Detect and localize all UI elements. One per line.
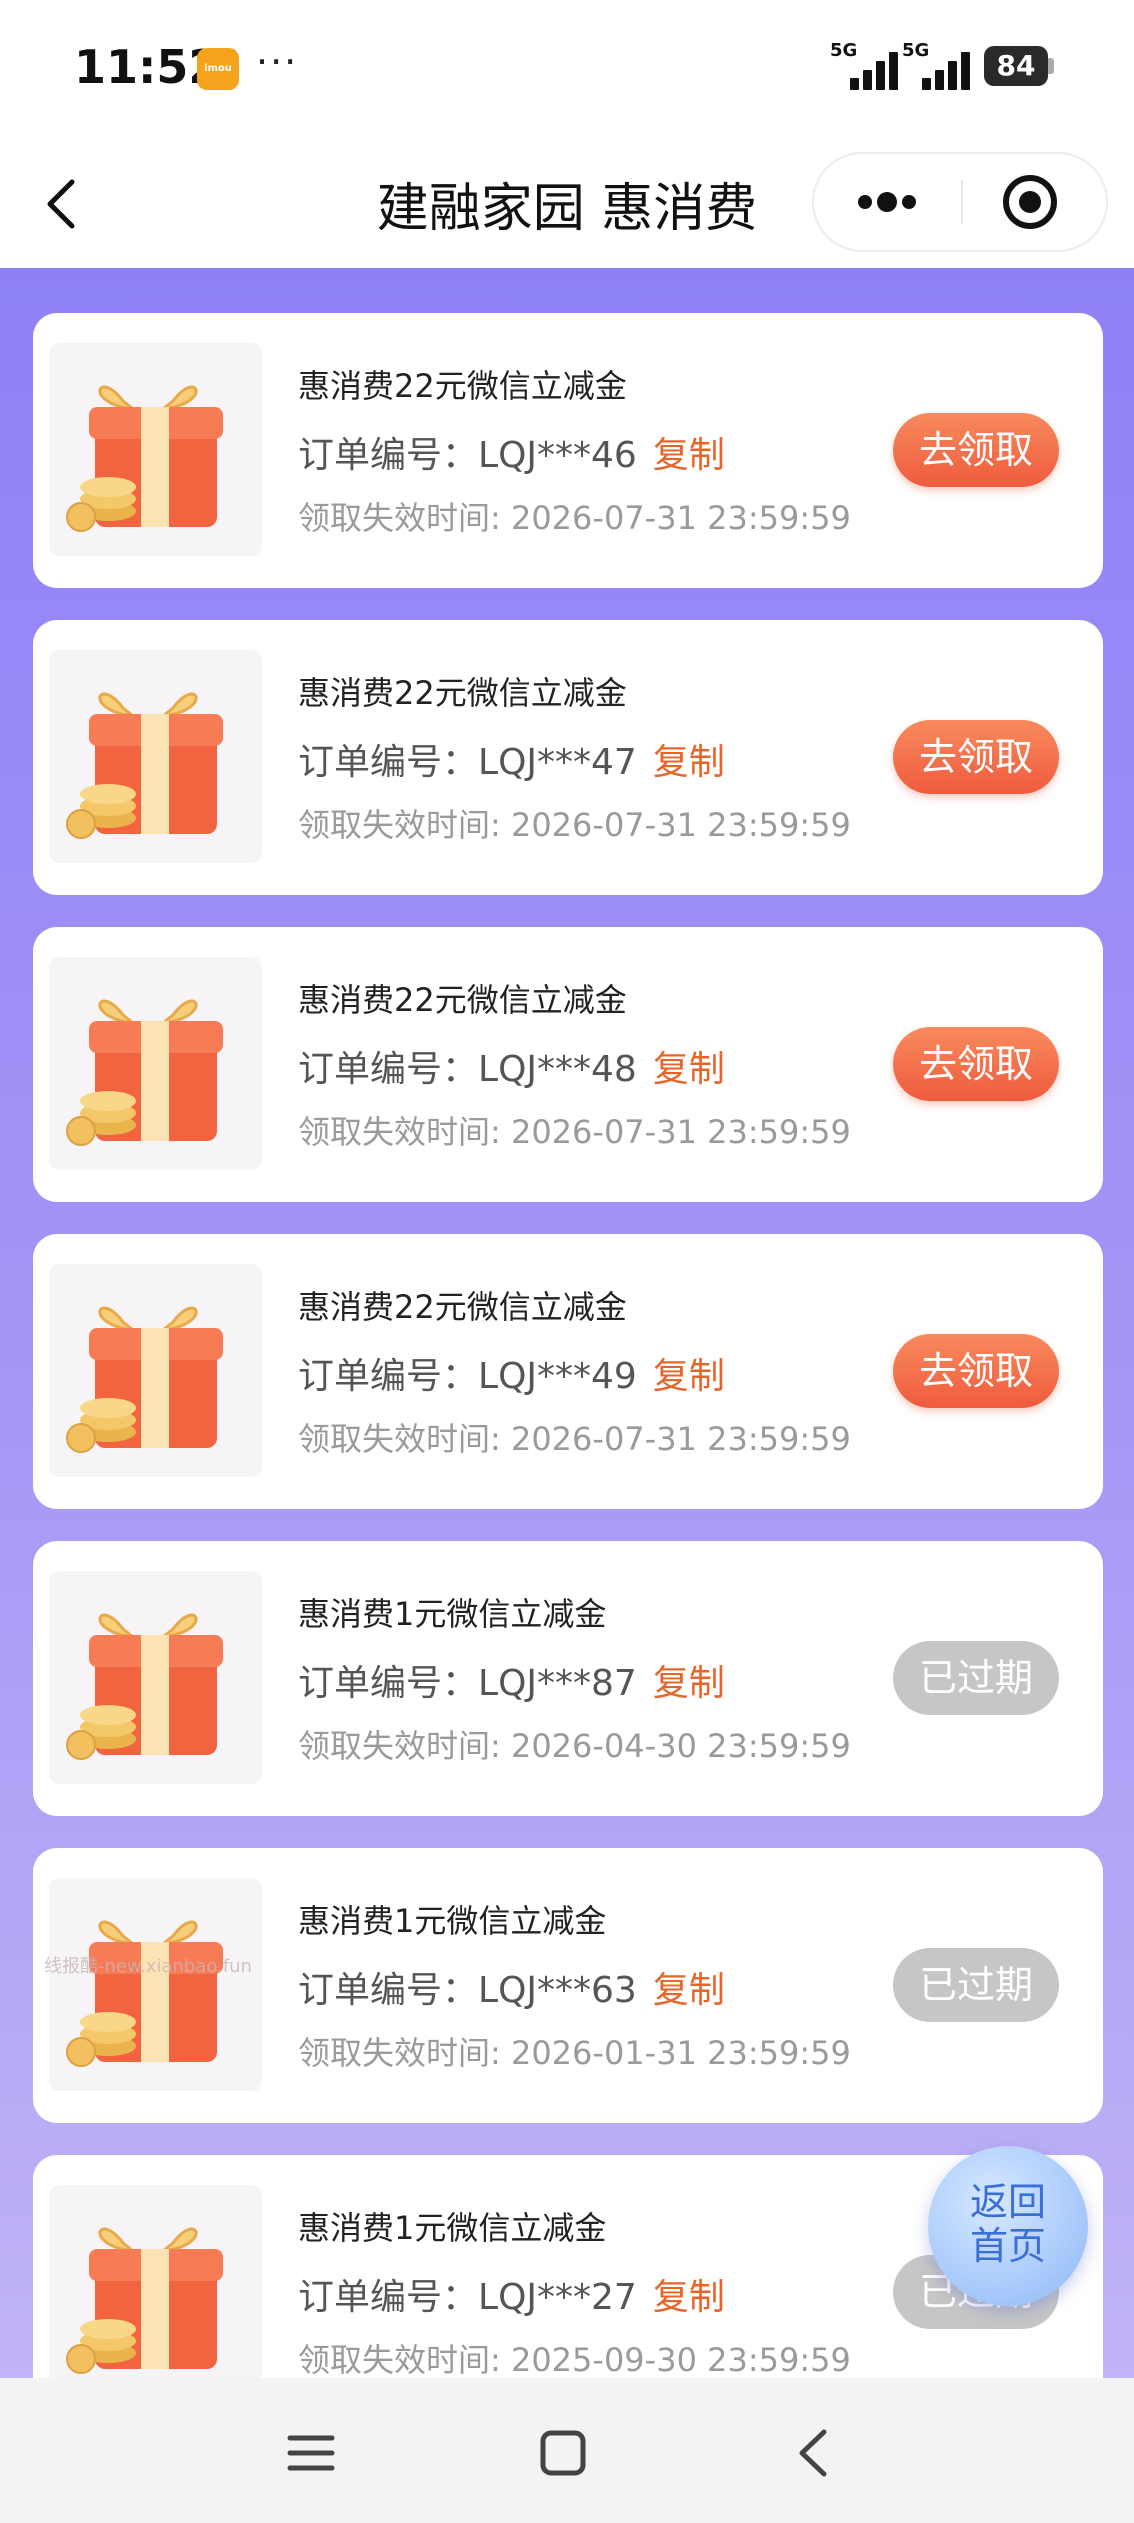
order-value: LQJ***46 — [478, 435, 637, 476]
signal-label: 5G — [830, 40, 858, 61]
coupon-card: 惠消费22元微信立减金 订单编号：LQJ***48 复制 领取失效时间: 2026… — [33, 927, 1103, 1202]
nav-home-button[interactable] — [528, 2418, 598, 2488]
order-number: 订单编号：LQJ***63 复制 — [298, 1961, 725, 2013]
order-number: 订单编号：LQJ***46 复制 — [298, 426, 725, 478]
coupon-title: 惠消费1元微信立减金 — [298, 2209, 607, 2247]
order-value: LQJ***87 — [478, 1663, 637, 1704]
copy-link[interactable]: 复制 — [653, 1663, 725, 1704]
capsule-divider — [961, 180, 963, 224]
claim-button[interactable]: 去领取 — [893, 1027, 1059, 1101]
coupon-title: 惠消费1元微信立减金 — [298, 1595, 607, 1633]
coupon-title: 惠消费22元微信立减金 — [298, 1288, 627, 1326]
watermark: 线报酷-new.xianbao.fun — [44, 1956, 252, 1977]
coupon-title: 惠消费22元微信立减金 — [298, 981, 627, 1019]
gift-thumbnail — [49, 957, 262, 1170]
return-home-line1: 返回 — [969, 2180, 1046, 2224]
coupon-title: 惠消费22元微信立减金 — [298, 674, 627, 712]
expired-button: 已过期 — [893, 1641, 1059, 1715]
expire-time: 领取失效时间: 2026-07-31 23:59:59 — [298, 499, 851, 537]
expire-time: 领取失效时间: 2026-07-31 23:59:59 — [298, 1420, 851, 1458]
order-label: 订单编号： — [298, 2277, 479, 2318]
nav-menu-button[interactable] — [276, 2418, 346, 2488]
order-label: 订单编号： — [298, 742, 479, 783]
expire-time: 领取失效时间: 2026-01-31 23:59:59 — [298, 2034, 851, 2072]
order-value: LQJ***47 — [478, 742, 637, 783]
gift-thumbnail — [49, 1878, 262, 2091]
status-more-indicator: ··· — [256, 40, 299, 84]
menu-icon — [287, 2435, 335, 2471]
order-label: 订单编号： — [298, 1356, 479, 1397]
expire-time: 领取失效时间: 2025-09-30 23:59:59 — [298, 2341, 851, 2378]
coupon-list[interactable]: 惠消费22元微信立减金 订单编号：LQJ***46 复制 领取失效时间: 2026… — [0, 268, 1134, 2378]
claim-button[interactable]: 去领取 — [893, 1334, 1059, 1408]
order-number: 订单编号：LQJ***27 复制 — [298, 2268, 725, 2320]
gift-thumbnail — [49, 343, 262, 556]
more-button[interactable] — [814, 154, 960, 250]
battery-tip — [1048, 58, 1054, 74]
gift-box-icon — [66, 692, 223, 839]
imou-app-icon: imou — [197, 48, 239, 90]
return-home-button[interactable]: 返回 首页 — [928, 2146, 1088, 2306]
order-value: LQJ***63 — [478, 1970, 637, 2011]
gift-thumbnail — [49, 1264, 262, 1477]
coupon-card: 惠消费22元微信立减金 订单编号：LQJ***46 复制 领取失效时间: 2026… — [33, 313, 1103, 588]
gift-box-icon — [66, 2227, 223, 2374]
order-value: LQJ***48 — [478, 1049, 637, 1090]
copy-link[interactable]: 复制 — [653, 435, 725, 476]
expire-time: 领取失效时间: 2026-07-31 23:59:59 — [298, 806, 851, 844]
order-value: LQJ***49 — [478, 1356, 637, 1397]
gift-thumbnail — [49, 650, 262, 863]
order-number: 订单编号：LQJ***48 复制 — [298, 1040, 725, 1092]
coupon-card: 惠消费1元微信立减金 订单编号：LQJ***63 复制 领取失效时间: 2026-… — [33, 1848, 1103, 2123]
coupon-card: 惠消费1元微信立减金 订单编号：LQJ***87 复制 领取失效时间: 2026-… — [33, 1541, 1103, 1816]
gift-box-icon — [66, 1613, 223, 1760]
claim-button[interactable]: 去领取 — [893, 720, 1059, 794]
expire-time: 领取失效时间: 2026-07-31 23:59:59 — [298, 1113, 851, 1151]
expire-time: 领取失效时间: 2026-04-30 23:59:59 — [298, 1727, 851, 1765]
gift-thumbnail — [49, 1571, 262, 1784]
order-number: 订单编号：LQJ***47 复制 — [298, 733, 725, 785]
copy-link[interactable]: 复制 — [653, 2277, 725, 2318]
gift-box-icon — [66, 999, 223, 1146]
system-nav-bar — [0, 2378, 1134, 2523]
copy-link[interactable]: 复制 — [653, 1049, 725, 1090]
copy-link[interactable]: 复制 — [653, 742, 725, 783]
gift-box-icon — [66, 385, 223, 532]
coupon-title: 惠消费1元微信立减金 — [298, 1902, 607, 1940]
gift-box-icon — [66, 1920, 223, 2067]
order-value: LQJ***27 — [478, 2277, 637, 2318]
header: 建融家园 惠消费 — [0, 140, 1134, 268]
signal-label: 5G — [902, 40, 930, 61]
target-close-icon — [1003, 175, 1057, 229]
coupon-card: 惠消费22元微信立减金 订单编号：LQJ***47 复制 领取失效时间: 2026… — [33, 620, 1103, 895]
signal-icon: 5G — [902, 40, 972, 90]
copy-link[interactable]: 复制 — [653, 1970, 725, 2011]
return-home-line2: 首页 — [969, 2224, 1046, 2268]
expired-button: 已过期 — [893, 1948, 1059, 2022]
order-label: 订单编号： — [298, 1049, 479, 1090]
order-number: 订单编号：LQJ***49 复制 — [298, 1347, 725, 1399]
more-dots-icon — [858, 192, 916, 212]
mini-program-capsule — [812, 152, 1108, 252]
order-label: 订单编号： — [298, 1663, 479, 1704]
coupon-title: 惠消费22元微信立减金 — [298, 367, 627, 405]
nav-back-button[interactable] — [780, 2418, 850, 2488]
status-bar: 11:52 imou ··· 5G 5G 84 — [0, 0, 1134, 140]
coupon-card: 惠消费22元微信立减金 订单编号：LQJ***49 复制 领取失效时间: 2026… — [33, 1234, 1103, 1509]
gift-thumbnail — [49, 2185, 262, 2378]
order-label: 订单编号： — [298, 1970, 479, 2011]
square-home-icon — [540, 2430, 586, 2476]
order-number: 订单编号：LQJ***87 复制 — [298, 1654, 725, 1706]
gift-box-icon — [66, 1306, 223, 1453]
battery-icon: 84 — [984, 46, 1048, 86]
chevron-back-icon — [799, 2429, 827, 2477]
close-button[interactable] — [964, 154, 1106, 250]
claim-button[interactable]: 去领取 — [893, 413, 1059, 487]
order-label: 订单编号： — [298, 435, 479, 476]
signal-icon: 5G — [830, 40, 900, 90]
copy-link[interactable]: 复制 — [653, 1356, 725, 1397]
